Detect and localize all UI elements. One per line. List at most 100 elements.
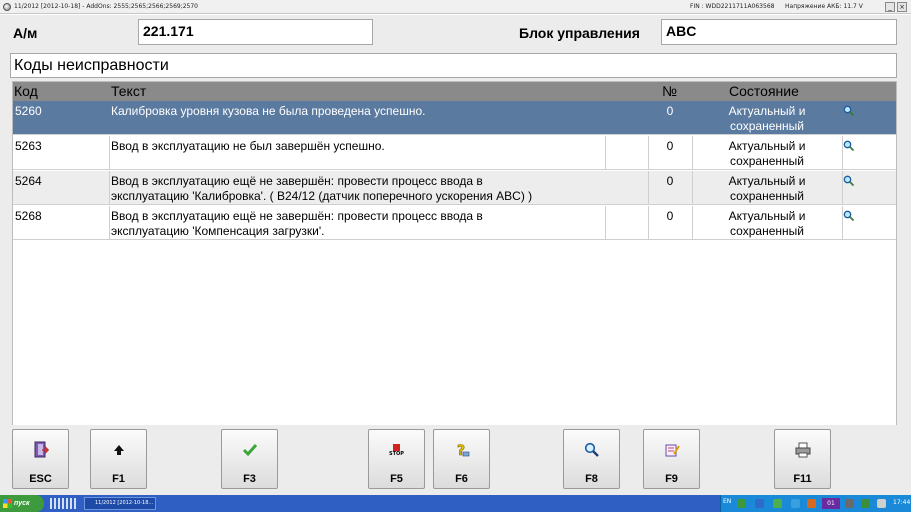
cell-divider (605, 136, 606, 170)
quick-launch-icon[interactable] (50, 498, 76, 509)
table-row[interactable]: 5260 Калибровка уровня кузова не была пр… (13, 101, 896, 135)
cell-divider (109, 171, 110, 205)
tray-app-icon[interactable] (755, 499, 764, 508)
row-state: Актуальный и сохраненный (693, 101, 841, 135)
f5-button-label: F5 (390, 473, 403, 485)
column-header-state: Состояние (729, 83, 799, 99)
magnifier-icon[interactable] (843, 105, 855, 117)
row-text: Ввод в эксплуатацию не был завершён успе… (111, 136, 603, 170)
row-code: 5260 (15, 104, 42, 118)
row-state: Актуальный и сохраненный (693, 171, 841, 205)
window-title: 11/2012 [2012-10-18] - AddOns: 2555;2565… (14, 3, 198, 10)
tray-app-icon[interactable] (773, 499, 782, 508)
start-button[interactable]: пуск (0, 495, 44, 512)
table-row[interactable]: 5264 Ввод в эксплуатацию ещё не завершён… (13, 171, 896, 205)
title-bar: 11/2012 [2012-10-18] - AddOns: 2555;2565… (0, 0, 911, 14)
row-state-line: Актуальный и (728, 104, 806, 118)
column-header-text: Текст (111, 83, 147, 99)
cell-divider (109, 136, 110, 170)
stop-icon-text: STOP (389, 450, 404, 457)
row-text-line: эксплуатацию 'Компенсация загрузки'. (111, 224, 325, 238)
f6-button-label: F6 (455, 473, 468, 485)
tray-app-icon[interactable] (791, 499, 800, 508)
row-state-line: Актуальный и (728, 209, 806, 223)
fault-codes-table: Код Текст № Состояние 5260 Калибровка ур… (12, 81, 897, 440)
row-code: 5264 (15, 174, 42, 188)
arrow-up-icon (113, 445, 124, 455)
table-header: Код Текст № Состояние (13, 82, 896, 101)
f11-button-label: F11 (793, 473, 812, 485)
row-number: 0 (666, 209, 674, 223)
esc-button[interactable]: ESC (12, 429, 69, 489)
cell-divider (109, 206, 110, 240)
f3-button-label: F3 (243, 473, 256, 485)
checkmark-icon (242, 444, 257, 457)
taskbar: пуск 11/2012 [2012-10-18... EN 01 17:44 (0, 495, 911, 512)
table-row[interactable]: 5263 Ввод в эксплуатацию не был завершён… (13, 136, 896, 170)
esc-button-label: ESC (29, 473, 52, 485)
f1-button-label: F1 (112, 473, 125, 485)
close-button[interactable]: × (897, 2, 907, 12)
tray-app-icon[interactable] (861, 499, 870, 508)
f1-button[interactable]: F1 (90, 429, 147, 489)
clock: 17:44 (893, 499, 911, 506)
function-key-bar: ESC F1 F3 STOP F5 ? F6 F8 F9 F11 (0, 425, 911, 495)
row-text: Ввод в эксплуатацию ещё не завершён: про… (111, 171, 646, 205)
row-number: 0 (666, 174, 674, 188)
row-text-line: Ввод в эксплуатацию ещё не завершён: про… (111, 209, 483, 223)
exit-door-icon (34, 441, 49, 458)
vehicle-field: 221.171 (138, 19, 373, 45)
row-code: 5268 (15, 209, 42, 223)
f5-button[interactable]: STOP F5 (368, 429, 425, 489)
row-state-line: Актуальный и (728, 139, 806, 153)
magnifier-icon (584, 442, 599, 457)
row-state-line: сохраненный (730, 119, 804, 133)
row-text-line: Калибровка уровня кузова не была проведе… (111, 104, 426, 118)
minimize-button[interactable]: _ (885, 2, 895, 12)
tray-app-icon[interactable] (845, 499, 854, 508)
fin-readout: FIN : WDD2211711A063568 (690, 3, 775, 10)
start-button-label: пуск (14, 500, 30, 507)
taskbar-item[interactable]: 11/2012 [2012-10-18... (84, 497, 156, 510)
row-text-line: эксплуатацию 'Калибровка'. ( B24/12 (дат… (111, 189, 533, 203)
printer-icon (795, 442, 810, 458)
f11-button[interactable]: F11 (774, 429, 831, 489)
language-indicator[interactable]: EN (723, 498, 731, 505)
row-number: 0 (666, 139, 674, 153)
row-text: Калибровка уровня кузова не была проведе… (111, 101, 603, 135)
magnifier-icon[interactable] (843, 210, 855, 222)
row-state-line: сохраненный (730, 189, 804, 203)
row-state: Актуальный и сохраненный (693, 136, 841, 170)
column-header-code: Код (14, 83, 38, 99)
row-code: 5263 (15, 139, 42, 153)
row-text: Ввод в эксплуатацию ещё не завершён: про… (111, 206, 603, 240)
row-state-line: сохраненный (730, 224, 804, 238)
row-text-line: Ввод в эксплуатацию не был завершён успе… (111, 139, 385, 153)
app-icon (3, 3, 11, 11)
row-state: Актуальный и сохраненный (693, 206, 841, 240)
table-row[interactable]: 5268 Ввод в эксплуатацию ещё не завершён… (13, 206, 896, 240)
tray-app-icon[interactable] (807, 499, 816, 508)
tray-badge[interactable]: 01 (822, 498, 840, 509)
tray-app-icon[interactable] (737, 499, 746, 508)
notepad-icon (665, 444, 680, 457)
section-title: Коды неисправности (10, 53, 897, 78)
f9-button[interactable]: F9 (643, 429, 700, 489)
stop-icon (393, 443, 400, 451)
row-text-line: Ввод в эксплуатацию ещё не завершён: про… (111, 174, 483, 188)
row-number: 0 (666, 104, 674, 118)
magnifier-icon[interactable] (843, 140, 855, 152)
magnifier-icon[interactable] (843, 175, 855, 187)
row-state-line: сохраненный (730, 154, 804, 168)
f9-button-label: F9 (665, 473, 678, 485)
f6-button[interactable]: ? F6 (433, 429, 490, 489)
f3-button[interactable]: F3 (221, 429, 278, 489)
column-header-number: № (662, 83, 678, 99)
f8-button[interactable]: F8 (563, 429, 620, 489)
system-tray: EN 01 17:44 (720, 495, 911, 512)
vehicle-label: А/м (13, 25, 38, 41)
battery-voltage-readout: Напряжение АКБ: 11.7 V (785, 3, 863, 10)
f8-button-label: F8 (585, 473, 598, 485)
speaker-icon[interactable] (877, 499, 886, 508)
main-panel: А/м 221.171 Блок управления ABC Коды неи… (0, 15, 911, 440)
